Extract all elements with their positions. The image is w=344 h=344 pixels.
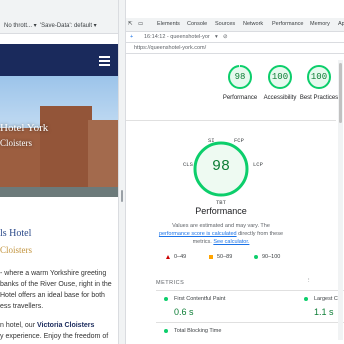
legend-fail: 0–49 <box>166 254 186 260</box>
pass-circle-icon <box>164 297 168 301</box>
paragraph-line-3: Hotel offers an ideal base for both <box>0 292 105 299</box>
clear-reports-icon[interactable]: ⊘ <box>223 34 228 40</box>
pass-circle-icon <box>164 329 168 333</box>
hero-building-left <box>0 128 44 188</box>
score-calculated-link[interactable]: performance score is calculated <box>159 231 237 237</box>
pass-circle-icon <box>254 254 258 259</box>
device-toggle-icon[interactable]: ▭ <box>138 21 143 27</box>
hero-subtitle: Cloisters <box>0 138 33 148</box>
hero-building-main <box>40 106 92 188</box>
metric-tag-cls[interactable]: CLS <box>183 161 193 168</box>
metric-fcp-value: 0.6 s <box>174 307 194 317</box>
tab-elements[interactable]: Elements <box>157 21 180 27</box>
metric-lcp-value: 1.1 s <box>314 307 334 317</box>
performance-heading: Performance <box>195 206 247 216</box>
metric-tag-fcp[interactable]: FCP <box>234 137 244 144</box>
metric-tbt: Total Blocking Time <box>156 322 296 344</box>
legend-average-label: 50–89 <box>217 254 233 260</box>
hero-image: Hotel York Cloisters <box>0 76 118 197</box>
victoria-cloisters-link[interactable]: Victoria Cloisters <box>37 322 94 329</box>
expand-view-toggle[interactable]: ⋮ <box>306 278 312 284</box>
url-bar: https://queenshotel-york.com/ <box>126 43 344 54</box>
section-subheading: Cloisters <box>0 245 33 255</box>
hero-building-right <box>88 120 118 188</box>
metric-fcp-name: First Contentful Paint <box>174 296 226 302</box>
paragraph2-line-1: n hotel, our Victoria Cloisters <box>0 320 94 331</box>
tab-overflow[interactable]: Ap <box>338 21 344 27</box>
performance-description: Values are estimated and may vary. The p… <box>156 222 286 246</box>
best-practices-score-label: Best Practices <box>299 95 339 101</box>
legend-pass-label: 90–100 <box>262 254 281 260</box>
paragraph2-prefix: n hotel, our <box>0 322 37 329</box>
tab-sources[interactable]: Sources <box>215 21 235 27</box>
save-data-select[interactable]: 'Save-Data': default ▾ <box>40 22 97 29</box>
legend-fail-label: 0–49 <box>174 254 187 260</box>
accessibility-score-value: 100 <box>271 72 289 82</box>
metric-lcp-name: Largest Co <box>314 296 341 302</box>
tab-network[interactable]: Network <box>243 21 263 27</box>
throttle-select[interactable]: No thrott... ▾ <box>4 22 37 29</box>
device-toolbar: No thrott... ▾ 'Save-Data': default ▾ <box>0 0 118 34</box>
page-url: https://queenshotel-york.com/ <box>134 45 207 51</box>
paragraph2-line-2: y experience. Enjoy the freedom of <box>0 333 109 340</box>
add-report-icon[interactable]: + <box>130 34 133 40</box>
pass-circle-icon <box>304 297 308 301</box>
section-heading: ls Hotel <box>0 228 32 239</box>
inspect-icon[interactable]: ⇱ <box>128 21 133 27</box>
scrollbar-thumb[interactable] <box>339 63 342 123</box>
best-practices-score-value: 100 <box>310 72 328 82</box>
fail-triangle-icon <box>166 254 170 259</box>
devtools-panel: ⇱ ▭ Elements Console Sources Network Per… <box>126 0 344 344</box>
metric-tag-tbt[interactable]: TBT <box>216 199 226 206</box>
resize-grip-icon <box>121 190 123 202</box>
paragraph-line-1: - where a warm Yorkshire greeting <box>0 270 107 277</box>
devtools-tab-bar: ⇱ ▭ Elements Console Sources Network Per… <box>126 18 344 32</box>
legend-average: 50–89 <box>209 254 232 260</box>
metric-fcp: First Contentful Paint 0.6 s <box>156 290 296 320</box>
devtools-scrollbar[interactable] <box>338 60 343 340</box>
tab-memory[interactable]: Memory <box>310 21 330 27</box>
legend-pass: 90–100 <box>254 254 280 260</box>
lighthouse-toolbar: + 16:14:12 - queenshotel-yor ▾ ⊘ <box>126 32 344 43</box>
screenshot-root: No thrott... ▾ 'Save-Data': default ▾ Ho… <box>0 0 344 344</box>
average-square-icon <box>209 254 213 259</box>
site-preview-pane: No thrott... ▾ 'Save-Data': default ▾ Ho… <box>0 0 118 344</box>
performance-score-value: 98 <box>234 72 246 82</box>
report-dropdown-icon[interactable]: ▾ <box>215 34 218 40</box>
see-calculator-link[interactable]: See calculator. <box>213 239 249 245</box>
metric-tag-si[interactable]: SI <box>208 137 215 144</box>
tab-console[interactable]: Console <box>187 21 207 27</box>
description-text-1: Values are estimated and may vary. The <box>172 223 270 229</box>
section-divider <box>126 120 336 121</box>
site-header <box>0 44 118 76</box>
metrics-heading: METRICS <box>156 280 185 286</box>
pane-resize-handle[interactable] <box>118 0 126 344</box>
report-selector[interactable]: 16:14:12 - queenshotel-yor <box>144 34 210 40</box>
metric-cls <box>296 322 344 344</box>
hero-river <box>0 187 118 197</box>
metric-tag-lcp[interactable]: LCP <box>253 161 263 168</box>
tab-performance[interactable]: Performance <box>272 21 304 27</box>
hero-title: Hotel York <box>0 122 49 134</box>
metric-lcp: Largest Co 1.1 s <box>296 290 344 320</box>
performance-main-score: 98 <box>211 158 230 175</box>
paragraph-line-2: banks of the River Ouse, right in the <box>0 281 112 288</box>
paragraph-line-4: ess travellers. <box>0 303 44 310</box>
hamburger-menu-icon[interactable] <box>99 56 110 66</box>
metric-tbt-name: Total Blocking Time <box>174 328 222 334</box>
